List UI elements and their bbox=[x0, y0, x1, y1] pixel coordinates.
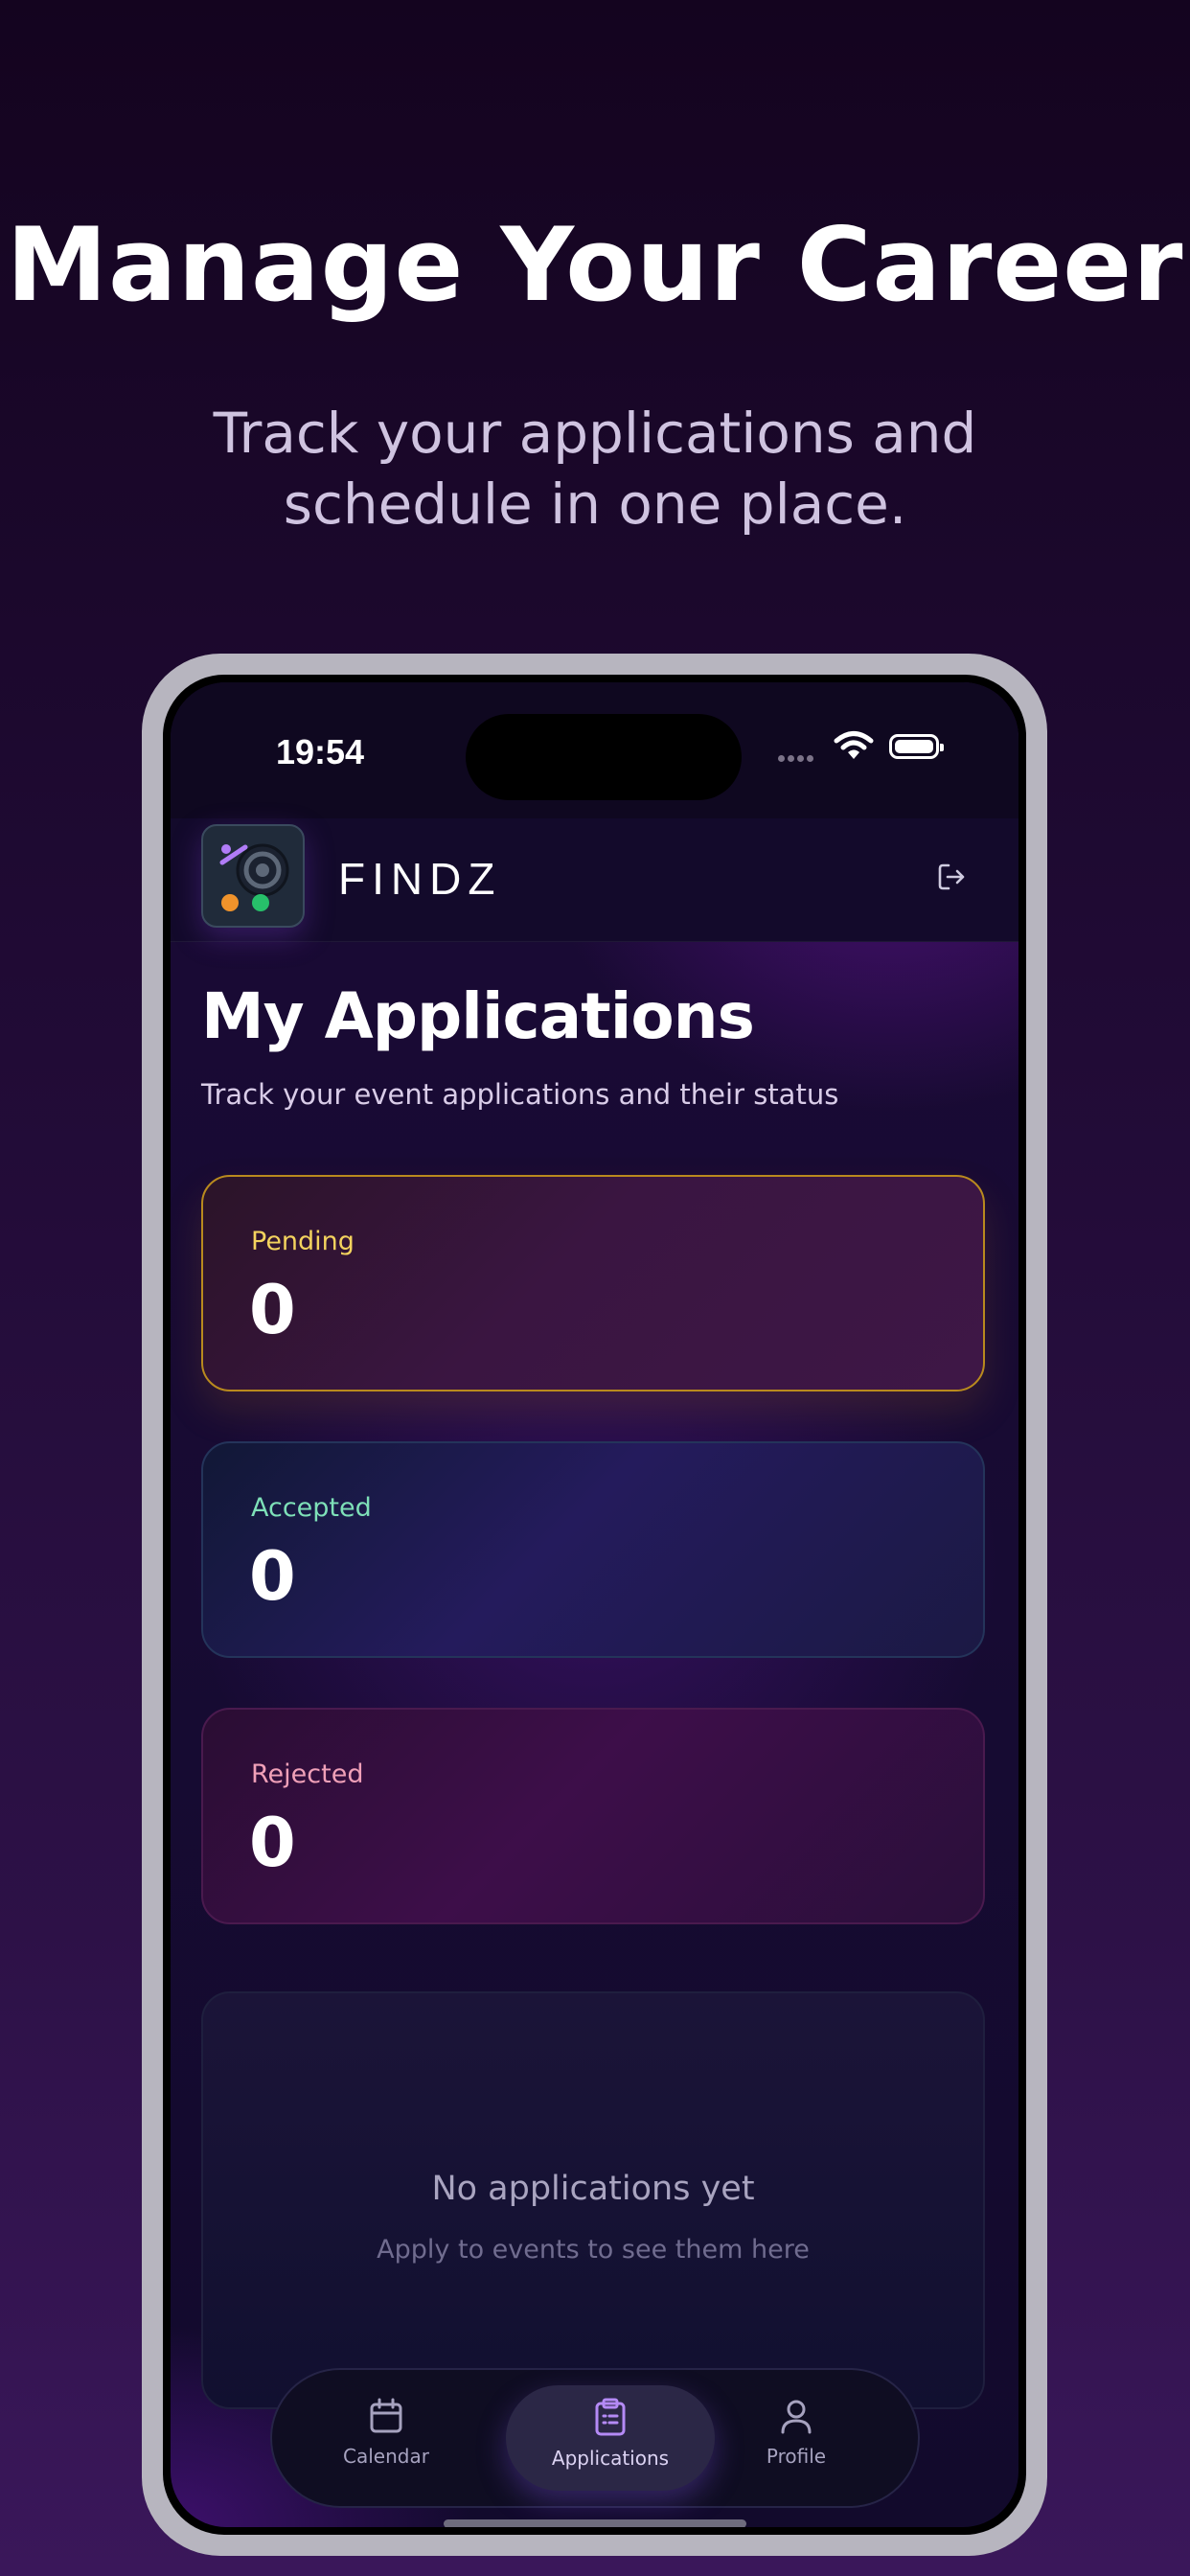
rejected-count: 0 bbox=[249, 1804, 296, 1882]
tab-profile[interactable]: Profile bbox=[724, 2385, 868, 2491]
promo-title: Manage Your Career bbox=[6, 206, 1184, 324]
clipboard-icon bbox=[595, 2398, 626, 2436]
pending-label: Pending bbox=[251, 1227, 355, 1256]
accepted-count: 0 bbox=[249, 1537, 296, 1616]
phone-bezel: 19:54 FINDZ My Applications Track your e… bbox=[163, 675, 1026, 2535]
signal-icon bbox=[778, 749, 820, 762]
accepted-label: Accepted bbox=[251, 1493, 372, 1523]
app-screen: 19:54 FINDZ My Applications Track your e… bbox=[171, 682, 1018, 2527]
empty-state-card: No applications yet Apply to events to s… bbox=[201, 1991, 985, 2409]
status-bar: 19:54 bbox=[171, 682, 1018, 818]
battery-icon bbox=[889, 734, 944, 759]
app-header: FINDZ bbox=[171, 818, 1018, 942]
logout-icon[interactable] bbox=[935, 861, 968, 898]
brand-name: FINDZ bbox=[338, 854, 502, 904]
rejected-label: Rejected bbox=[251, 1760, 364, 1789]
calendar-icon bbox=[370, 2398, 402, 2433]
empty-state-title: No applications yet bbox=[431, 2170, 755, 2208]
bottom-tab-bar: Calendar Applications Profile bbox=[270, 2368, 920, 2508]
phone-frame: 19:54 FINDZ My Applications Track your e… bbox=[142, 654, 1047, 2556]
tab-calendar-label: Calendar bbox=[343, 2445, 429, 2468]
person-icon bbox=[781, 2400, 812, 2434]
tab-applications[interactable]: Applications bbox=[506, 2385, 715, 2491]
app-logo bbox=[201, 824, 305, 928]
tab-calendar[interactable]: Calendar bbox=[314, 2385, 458, 2491]
tab-profile-label: Profile bbox=[766, 2445, 827, 2468]
pending-card[interactable]: Pending 0 bbox=[201, 1175, 985, 1392]
wifi-icon bbox=[834, 730, 874, 766]
dynamic-island bbox=[466, 714, 742, 800]
rejected-card[interactable]: Rejected 0 bbox=[201, 1708, 985, 1924]
empty-state-subtitle: Apply to events to see them here bbox=[377, 2235, 810, 2265]
page-title: My Applications bbox=[201, 979, 755, 1053]
home-indicator bbox=[444, 2519, 746, 2527]
promo-subtitle: Track your applications and schedule in … bbox=[213, 401, 977, 537]
pending-count: 0 bbox=[249, 1271, 296, 1349]
page-subtitle: Track your event applications and their … bbox=[201, 1078, 839, 1111]
status-time: 19:54 bbox=[276, 732, 365, 771]
accepted-card[interactable]: Accepted 0 bbox=[201, 1441, 985, 1658]
tab-applications-label: Applications bbox=[551, 2447, 670, 2470]
